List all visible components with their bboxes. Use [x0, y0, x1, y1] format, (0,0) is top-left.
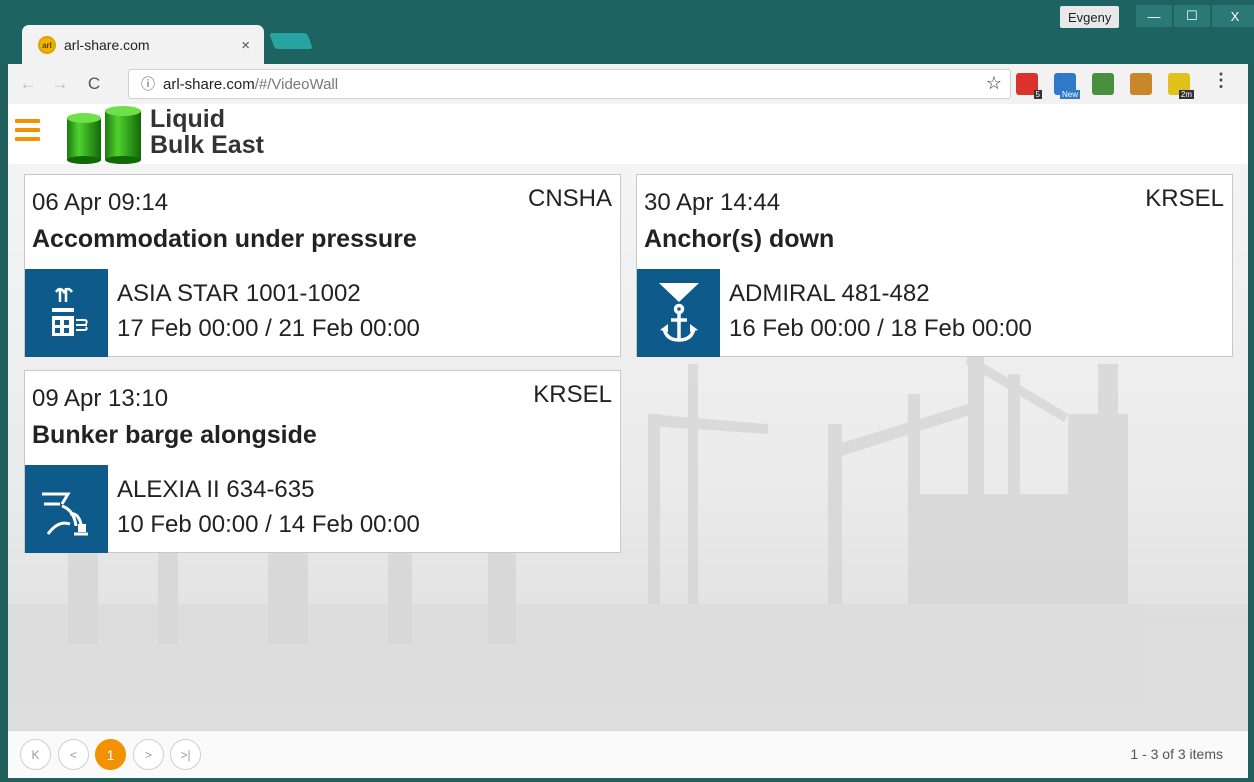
current-page-button[interactable]: 1: [95, 739, 126, 770]
extension-3-icon[interactable]: [1092, 73, 1114, 95]
url-host: arl-share.com: [163, 75, 255, 93]
logo-text: Liquid Bulk East: [150, 106, 264, 158]
last-page-button[interactable]: >|: [170, 739, 201, 770]
logo-icon: [67, 106, 141, 164]
vessel-name: ASIA STAR 1001-1002: [117, 280, 361, 307]
voyage-dates: 16 Feb 00:00 / 18 Feb 00:00: [729, 315, 1032, 342]
port-code: CNSHA: [527, 185, 612, 212]
event-title: Accommodation under pressure: [32, 225, 417, 253]
reload-icon[interactable]: C: [82, 74, 106, 94]
accommodation-icon: [25, 269, 108, 357]
site-info-icon[interactable]: ⓘ: [141, 74, 155, 94]
app-header: Liquid Bulk East: [8, 104, 1248, 164]
extension-badge: 5: [1033, 90, 1042, 99]
browser-toolbar: ← → C ⓘ arl-share.com/#/VideoWall ☆ 5 New…: [8, 64, 1248, 104]
browser-menu-icon[interactable]: ⋮: [1212, 70, 1230, 91]
pager-info: 1 - 3 of 3 items: [1130, 746, 1223, 762]
previous-page-button[interactable]: <: [58, 739, 89, 770]
browser-tab[interactable]: arl arl-share.com ×: [22, 25, 264, 65]
extension-4-icon[interactable]: [1130, 73, 1152, 95]
forward-icon[interactable]: →: [48, 74, 72, 94]
extension-badge: New: [1059, 90, 1080, 99]
voyage-dates: 17 Feb 00:00 / 21 Feb 00:00: [117, 315, 420, 342]
logo-line-1: Liquid: [150, 105, 225, 133]
tab-title: arl-share.com: [64, 37, 150, 53]
first-page-button[interactable]: K: [20, 739, 51, 770]
address-bar[interactable]: ⓘ arl-share.com/#/VideoWall ☆: [128, 69, 1011, 99]
tab-close-icon[interactable]: ×: [241, 37, 250, 54]
web-page: Liquid Bulk East 06 Apr 09:14 CNSHA Acco…: [8, 104, 1248, 778]
anchor-icon: [637, 269, 720, 357]
vessel-name: ALEXIA II 634-635: [117, 476, 315, 503]
vessel-name: ADMIRAL 481-482: [729, 280, 930, 307]
back-icon[interactable]: ←: [16, 74, 40, 94]
url-text: arl-share.com/#/VideoWall: [163, 76, 338, 93]
video-wall: 06 Apr 09:14 CNSHA Accommodation under pre…: [8, 164, 1248, 734]
extension-2-icon[interactable]: New: [1054, 73, 1080, 99]
bookmark-star-icon[interactable]: ☆: [986, 73, 1002, 94]
event-title: Anchor(s) down: [644, 225, 835, 253]
extension-5-icon[interactable]: 2m: [1168, 73, 1194, 99]
bunker-barge-icon: [25, 465, 108, 553]
event-time: 06 Apr 09:14: [32, 189, 169, 216]
next-page-button[interactable]: >: [133, 739, 164, 770]
event-card[interactable]: 06 Apr 09:14 CNSHA Accommodation under pre…: [24, 174, 621, 357]
url-path: /#/VideoWall: [254, 75, 339, 93]
event-time: 30 Apr 14:44: [644, 189, 781, 216]
profile-button[interactable]: Evgeny: [1060, 6, 1120, 28]
pagination-bar: K < 1 > >| 1 - 3 of 3 items: [8, 730, 1248, 778]
voyage-dates: 10 Feb 00:00 / 14 Feb 00:00: [117, 511, 420, 538]
hamburger-menu-icon[interactable]: [15, 119, 40, 141]
extension-badge: 2m: [1178, 90, 1194, 99]
port-code: KRSEL: [533, 381, 612, 408]
maximize-button[interactable]: ☐: [1174, 5, 1210, 27]
logo-line-2: Bulk East: [150, 131, 264, 159]
event-card[interactable]: 09 Apr 13:10 KRSEL Bunker barge alongside A…: [24, 370, 621, 553]
event-time: 09 Apr 13:10: [32, 385, 169, 412]
minimize-button[interactable]: —: [1136, 5, 1172, 27]
event-title: Bunker barge alongside: [32, 421, 317, 449]
extension-1-icon[interactable]: 5: [1016, 73, 1042, 99]
new-tab-button[interactable]: [269, 33, 313, 49]
site-favicon-icon: arl: [38, 36, 56, 54]
window-controls: — ☐ X: [1136, 5, 1254, 27]
close-window-button[interactable]: X: [1212, 5, 1254, 27]
port-code: KRSEL: [1145, 185, 1224, 212]
event-card[interactable]: 30 Apr 14:44 KRSEL Anchor(s) down ADMIRAL 4…: [636, 174, 1233, 357]
